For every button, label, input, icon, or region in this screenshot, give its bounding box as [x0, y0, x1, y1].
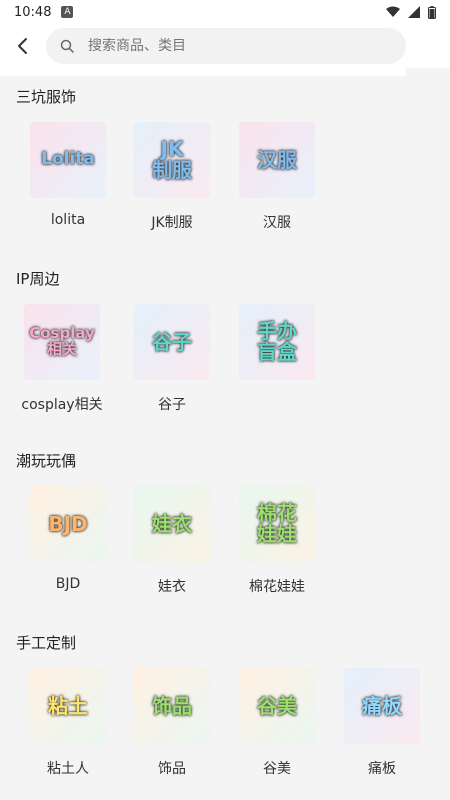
category-label: 棉花娃娃	[249, 579, 305, 595]
category-item[interactable]: BJD BJD	[18, 486, 118, 592]
category-label: 粘土人	[47, 761, 89, 777]
thumb-text: 饰品	[152, 693, 192, 718]
section-title: 三坑服饰	[16, 88, 77, 106]
back-arrow-icon[interactable]	[14, 36, 32, 56]
category-item[interactable]: 饰品 饰品	[122, 668, 222, 778]
category-label: BJD	[55, 576, 81, 592]
category-item[interactable]: Cosplay 相关 cosplay相关	[12, 304, 112, 414]
thumb-text: 手办 盲盒	[257, 319, 297, 364]
thumb-text: 痛板	[362, 693, 402, 718]
category-item[interactable]: 手办 盲盒	[227, 304, 327, 394]
category-item[interactable]: 痛板 痛板	[332, 668, 432, 778]
category-thumbnail: 娃衣	[134, 486, 210, 562]
category-thumbnail: 手办 盲盒	[239, 304, 315, 380]
category-item[interactable]: JK 制服 JK制服	[122, 122, 222, 232]
status-time: 10:48	[14, 4, 52, 20]
signal-icon	[408, 6, 420, 18]
category-thumbnail: 汉服	[239, 122, 315, 198]
section-title: 手工定制	[16, 634, 77, 652]
category-label: lolita	[50, 212, 86, 228]
category-item[interactable]: 棉花 娃娃 棉花娃娃	[227, 486, 327, 596]
thumb-text: 娃衣	[152, 511, 192, 536]
status-bar: 10:48 A	[0, 0, 450, 24]
section-title: IP周边	[16, 270, 60, 288]
search-box[interactable]	[46, 28, 406, 64]
category-item[interactable]: 谷子 谷子	[122, 304, 222, 414]
thumb-text: 棉花 娃娃	[257, 501, 297, 546]
category-label: cosplay相关	[21, 397, 103, 413]
thumb-text: JK 制服	[152, 137, 192, 182]
category-thumbnail: 谷子	[134, 304, 210, 380]
notification-icon: A	[61, 6, 74, 18]
thumb-text: Lolita	[41, 149, 95, 170]
category-label: 饰品	[158, 761, 186, 777]
category-item[interactable]: Lolita lolita	[18, 122, 118, 228]
section-title: 潮玩玩偶	[16, 452, 77, 470]
category-label: 娃衣	[158, 579, 186, 595]
category-thumbnail: 谷美	[239, 668, 315, 744]
thumb-text: 汉服	[257, 147, 297, 172]
category-label: 谷子	[158, 397, 186, 413]
thumb-text: 谷美	[257, 693, 297, 718]
category-thumbnail: 棉花 娃娃	[239, 486, 315, 562]
category-thumbnail: BJD	[30, 486, 106, 562]
thumb-text: 粘土	[48, 693, 88, 718]
category-label: JK制服	[151, 215, 193, 231]
search-header	[0, 24, 450, 68]
category-item[interactable]: 粘土 粘土人	[18, 668, 118, 778]
thumb-text: 谷子	[152, 329, 192, 354]
wifi-icon	[386, 6, 400, 17]
category-thumbnail: 痛板	[344, 668, 420, 744]
category-item[interactable]: 娃衣 娃衣	[122, 486, 222, 596]
header-divider	[0, 68, 406, 76]
category-thumbnail: Lolita	[30, 122, 106, 198]
category-label: 痛板	[368, 761, 396, 777]
search-input[interactable]	[88, 38, 368, 54]
status-icons	[386, 5, 436, 19]
thumb-text: BJD	[48, 511, 88, 536]
category-label: 谷美	[263, 761, 291, 777]
category-item[interactable]: 谷美 谷美	[227, 668, 327, 778]
category-label: 汉服	[263, 215, 291, 231]
search-icon	[60, 39, 74, 53]
category-item[interactable]: 汉服 汉服	[227, 122, 327, 232]
category-thumbnail: Cosplay 相关	[24, 304, 100, 380]
thumb-text: Cosplay 相关	[29, 324, 95, 358]
battery-icon	[428, 5, 436, 19]
category-thumbnail: 饰品	[134, 668, 210, 744]
category-thumbnail: JK 制服	[134, 122, 210, 198]
category-thumbnail: 粘土	[30, 668, 106, 744]
